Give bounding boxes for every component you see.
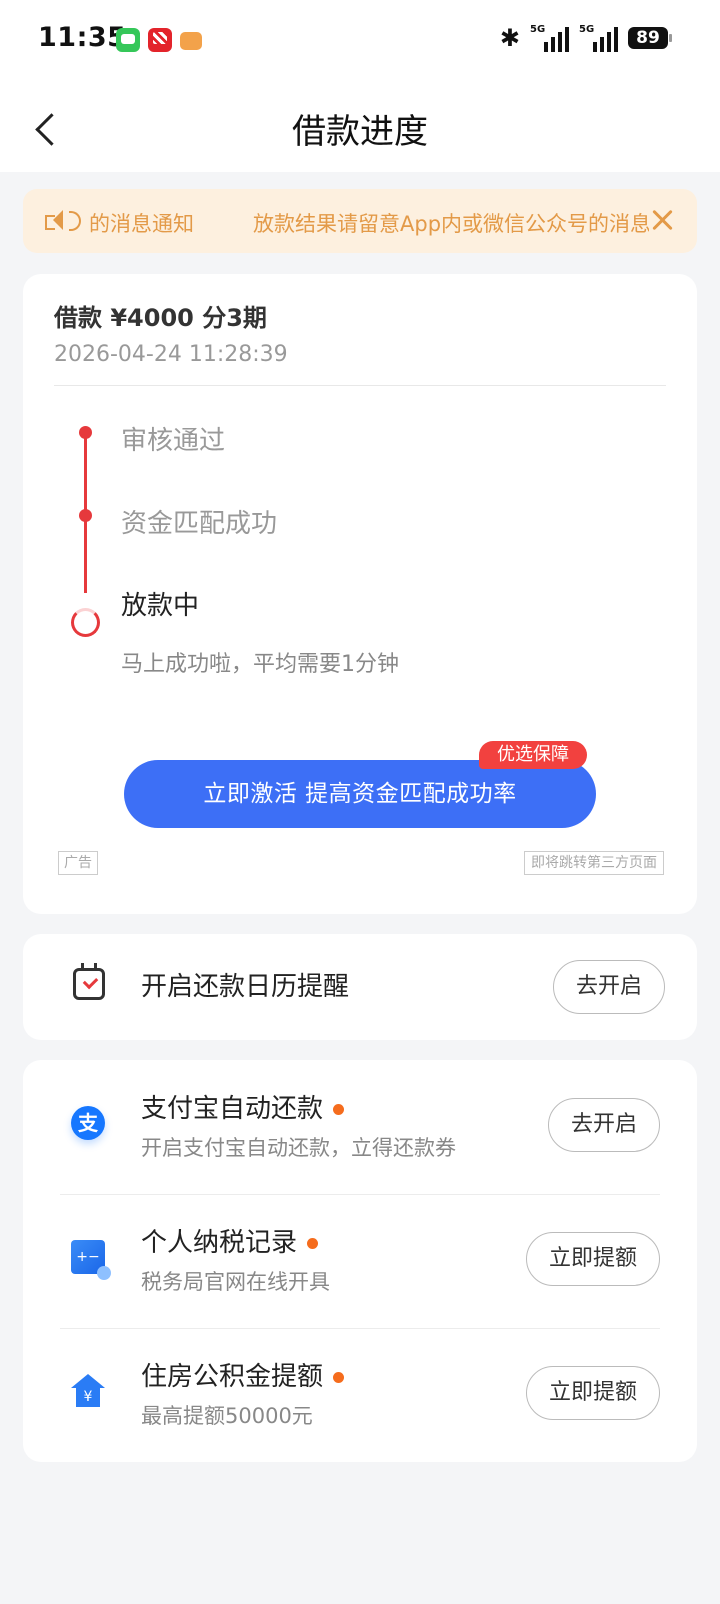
status-indicators: ✱ 5G 5G 89 (499, 24, 672, 52)
signal-icon: 5G (579, 24, 618, 52)
timeline-connector (84, 521, 87, 593)
bluetooth-icon: ✱ (499, 24, 520, 52)
raise-limit-fund-button[interactable]: 立即提额 (525, 1366, 660, 1420)
alipay-icon: 支 (71, 1106, 105, 1140)
step-sub-text: 马上成功啦，平均需要1分钟 (121, 652, 399, 677)
service-desc: 开启支付宝自动还款，立得还款券 (141, 1136, 456, 1160)
new-dot-indicator (307, 1238, 318, 1249)
new-dot-indicator (333, 1372, 344, 1383)
shopping-app-icon (148, 28, 172, 52)
network-type-label: 5G (579, 24, 595, 35)
timeline-dot-done (79, 426, 92, 439)
enable-calendar-button[interactable]: 去开启 (552, 960, 665, 1014)
raise-limit-tax-button[interactable]: 立即提额 (525, 1232, 660, 1286)
sound-wave-icon (69, 211, 81, 231)
notice-banner: 的消息通知 放款结果请留意App内或微信公众号的消息通知 (23, 189, 697, 253)
close-icon[interactable] (649, 207, 675, 233)
list-item: 支 支付宝自动还款 开启支付宝自动还款，立得还款券 去开启 (23, 1060, 697, 1194)
step-label-approved: 审核通过 (121, 426, 226, 456)
loan-summary: 借款 ¥4000 分3期 (54, 304, 267, 332)
calendar-check-icon (73, 963, 105, 1000)
new-dot-indicator (333, 1104, 344, 1115)
housing-fund-icon (71, 1374, 105, 1408)
services-card: 支 支付宝自动还款 开启支付宝自动还款，立得还款券 去开启 +− 个人纳税记录 … (23, 1060, 697, 1462)
timeline-dot-done (79, 509, 92, 522)
loading-spinner-icon (71, 608, 100, 637)
step-label-disbursing: 放款中 (121, 591, 200, 621)
status-time: 11:35 (38, 22, 127, 53)
timeline-connector (84, 438, 87, 518)
calendar-reminder-card: 开启还款日历提醒 去开启 (23, 934, 697, 1040)
service-desc: 最高提额50000元 (141, 1404, 313, 1428)
notice-text-tail: 的消息通知 (89, 212, 194, 236)
tax-record-icon: +− (71, 1240, 111, 1280)
ad-label: 广告 (58, 851, 98, 875)
enable-alipay-button[interactable]: 去开启 (547, 1098, 660, 1152)
activate-button[interactable]: 立即激活 提高资金匹配成功率 (124, 760, 596, 828)
step-label-matched: 资金匹配成功 (121, 509, 278, 539)
speaker-icon (43, 208, 71, 234)
loan-progress-card: 借款 ¥4000 分3期 2026-04-24 11:28:39 审核通过 资金… (23, 274, 697, 914)
game-app-icon (180, 32, 202, 50)
service-title: 个人纳税记录 (141, 1228, 298, 1258)
notice-text: 放款结果请留意App内或微信公众号的消息通知 (253, 212, 649, 236)
battery-icon: 89 (628, 27, 672, 49)
third-party-notice: 即将跳转第三方页面 (524, 851, 664, 875)
loan-timestamp: 2026-04-24 11:28:39 (54, 342, 288, 367)
service-title: 支付宝自动还款 (141, 1094, 324, 1124)
nav-header: 借款进度 (0, 84, 720, 172)
list-item: +− 个人纳税记录 税务局官网在线开具 立即提额 (23, 1194, 697, 1328)
calendar-reminder-label: 开启还款日历提醒 (141, 972, 350, 1002)
messages-app-icon (116, 28, 140, 52)
service-desc: 税务局官网在线开具 (141, 1270, 330, 1294)
page-title: 借款进度 (292, 112, 428, 152)
list-item: 住房公积金提额 最高提额50000元 立即提额 (23, 1328, 697, 1462)
signal-icon: 5G (530, 24, 569, 52)
status-bar: 11:35 ✱ 5G 5G 89 (0, 0, 720, 84)
guarantee-badge: 优选保障 (479, 741, 587, 769)
divider (54, 385, 666, 386)
network-type-label: 5G (530, 24, 546, 35)
service-title: 住房公积金提额 (141, 1362, 324, 1392)
